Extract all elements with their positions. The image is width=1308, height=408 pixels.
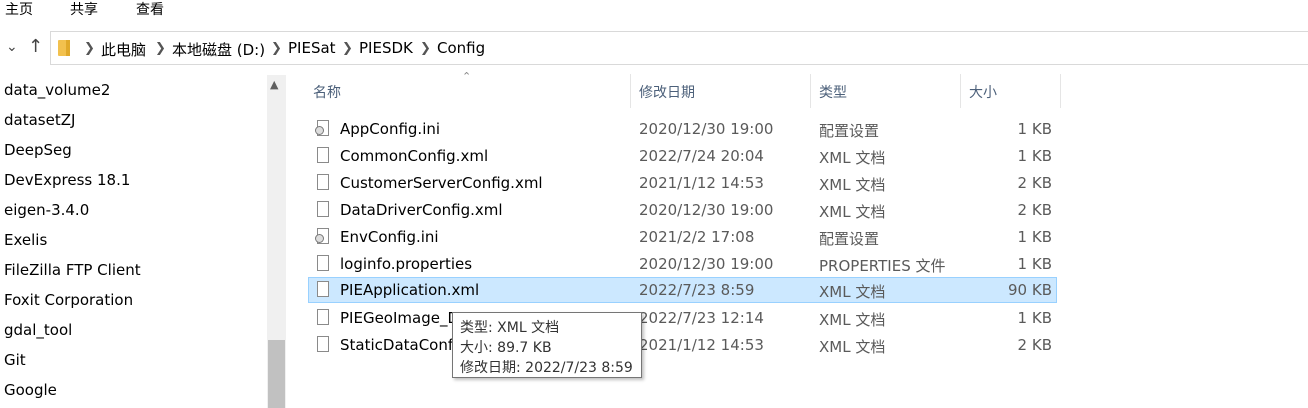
document-file-icon: [317, 201, 329, 217]
sidebar-item[interactable]: FileZilla FTP Client: [4, 261, 141, 279]
ribbon: 主页 共享 查看: [0, 0, 1308, 20]
file-name: PIEApplication.xml: [340, 281, 480, 299]
file-type: 配置设置: [819, 122, 880, 140]
document-file-icon: [317, 174, 329, 190]
chevron-right-icon[interactable]: ❯: [271, 41, 282, 56]
column-date-modified[interactable]: 修改日期: [639, 82, 695, 102]
file-type: XML 文档: [819, 176, 886, 194]
file-type: XML 文档: [819, 283, 886, 301]
tab-share[interactable]: 共享: [70, 0, 98, 19]
sidebar-item[interactable]: DevExpress 18.1: [4, 171, 130, 189]
file-size: 2 KB: [1017, 201, 1052, 219]
sidebar-item[interactable]: DeepSeg: [4, 141, 72, 159]
column-type[interactable]: 类型: [819, 82, 847, 102]
file-row[interactable]: StaticDataConfi 2021/1/12 14:53 XML 文档 2…: [308, 332, 1057, 358]
file-name: DataDriverConfig.xml: [340, 201, 503, 219]
file-name: AppConfig.ini: [340, 120, 441, 138]
file-date: 2021/2/2 17:08: [639, 228, 755, 246]
file-row[interactable]: PIEGeoImage_D 2022/7/23 12:14 XML 文档 1 K…: [308, 305, 1057, 331]
column-divider[interactable]: [1060, 74, 1061, 108]
sidebar-item[interactable]: datasetZJ: [4, 111, 75, 129]
breadcrumb-piesat[interactable]: PIESat: [288, 39, 336, 57]
file-row[interactable]: EnvConfig.ini 2021/2/2 17:08 配置设置 1 KB: [308, 224, 1057, 250]
sidebar-item[interactable]: Google: [4, 381, 57, 399]
file-date: 2022/7/23 8:59: [639, 281, 755, 299]
file-date: 2022/7/23 12:14: [639, 309, 764, 327]
sidebar-item[interactable]: eigen-3.4.0: [4, 201, 89, 219]
file-type: XML 文档: [819, 149, 886, 167]
column-name[interactable]: 名称: [313, 82, 341, 102]
file-size: 2 KB: [1017, 174, 1052, 192]
file-name: CommonConfig.xml: [340, 147, 489, 165]
file-type: PROPERTIES 文件: [819, 257, 946, 275]
file-type: 配置设置: [819, 230, 880, 248]
sidebar-item[interactable]: Git: [4, 351, 26, 369]
file-row[interactable]: DataDriverConfig.xml 2020/12/30 19:00 XM…: [308, 197, 1057, 223]
file-row[interactable]: CustomerServerConfig.xml 2021/1/12 14:53…: [308, 170, 1057, 196]
chevron-right-icon[interactable]: ❯: [420, 41, 431, 56]
chevron-down-icon[interactable]: ⌄: [6, 39, 18, 55]
file-row-selected[interactable]: PIEApplication.xml 2022/7/23 8:59 XML 文档…: [308, 277, 1057, 303]
column-divider[interactable]: [810, 74, 811, 108]
folder-icon: [58, 40, 70, 56]
sidebar-item[interactable]: Foxit Corporation: [4, 291, 133, 309]
scroll-up-icon[interactable]: ▲: [270, 78, 278, 91]
chevron-right-icon[interactable]: ❯: [342, 41, 353, 56]
sidebar-item[interactable]: data_volume2: [4, 81, 110, 99]
file-date: 2020/12/30 19:00: [639, 201, 774, 219]
navigation-pane: data_volume2 datasetZJ DeepSeg DevExpres…: [0, 75, 287, 408]
file-size: 1 KB: [1017, 120, 1052, 138]
file-size: 2 KB: [1017, 336, 1052, 354]
file-info-tooltip: 类型: XML 文档 大小: 89.7 KB 修改日期: 2022/7/23 8…: [452, 312, 642, 378]
breadcrumb-piesdk[interactable]: PIESDK: [359, 39, 413, 57]
chevron-right-icon[interactable]: ❯: [155, 41, 166, 56]
file-name: PIEGeoImage_D: [340, 309, 460, 327]
file-name: CustomerServerConfig.xml: [340, 174, 543, 192]
ini-settings-file-icon: [315, 228, 329, 244]
file-type: XML 文档: [819, 203, 886, 221]
document-file-icon: [317, 309, 329, 325]
column-size[interactable]: 大小: [969, 82, 997, 102]
file-date: 2022/7/24 20:04: [639, 147, 764, 165]
up-arrow-icon[interactable]: ↑: [28, 36, 43, 57]
tooltip-type: 类型: XML 文档: [460, 320, 560, 336]
breadcrumb-config[interactable]: Config: [437, 39, 485, 57]
document-file-icon: [317, 255, 329, 271]
file-size: 1 KB: [1017, 228, 1052, 246]
breadcrumb-this-pc[interactable]: 此电脑: [101, 39, 146, 60]
sidebar-item[interactable]: Exelis: [4, 231, 47, 249]
sidebar-item[interactable]: gdal_tool: [4, 321, 72, 339]
file-date: 2020/12/30 19:00: [639, 120, 774, 138]
file-size: 1 KB: [1017, 309, 1052, 327]
column-divider[interactable]: [960, 74, 961, 108]
chevron-right-icon[interactable]: ❯: [84, 41, 95, 56]
file-row[interactable]: CommonConfig.xml 2022/7/24 20:04 XML 文档 …: [308, 143, 1057, 169]
breadcrumb-local-disk[interactable]: 本地磁盘 (D:): [172, 39, 265, 60]
sidebar-scrollbar[interactable]: ▲: [267, 75, 286, 408]
ini-settings-file-icon: [315, 120, 329, 136]
file-type: XML 文档: [819, 311, 886, 329]
document-file-icon: [317, 336, 329, 352]
file-size: 1 KB: [1017, 147, 1052, 165]
file-date: 2021/1/12 14:53: [639, 336, 764, 354]
file-row[interactable]: AppConfig.ini 2020/12/30 19:00 配置设置 1 KB: [308, 116, 1057, 142]
scrollbar-thumb[interactable]: [268, 340, 285, 408]
tab-home[interactable]: 主页: [5, 0, 33, 19]
file-name: EnvConfig.ini: [340, 228, 439, 246]
file-size: 1 KB: [1017, 255, 1052, 273]
file-name: StaticDataConfi: [340, 336, 458, 354]
file-date: 2021/1/12 14:53: [639, 174, 764, 192]
column-header: 名称 修改日期 类型 大小: [302, 74, 1062, 110]
column-divider[interactable]: [630, 74, 631, 108]
file-size: 90 KB: [1008, 281, 1052, 299]
tooltip-size: 大小: 89.7 KB: [460, 340, 552, 356]
tab-view[interactable]: 查看: [136, 0, 164, 19]
file-date: 2020/12/30 19:00: [639, 255, 774, 273]
document-file-icon: [317, 281, 329, 297]
file-name: loginfo.properties: [340, 255, 473, 273]
file-row[interactable]: loginfo.properties 2020/12/30 19:00 PROP…: [308, 251, 1057, 277]
tooltip-date: 修改日期: 2022/7/23 8:59: [460, 360, 633, 376]
document-file-icon: [317, 147, 329, 163]
file-type: XML 文档: [819, 338, 886, 356]
